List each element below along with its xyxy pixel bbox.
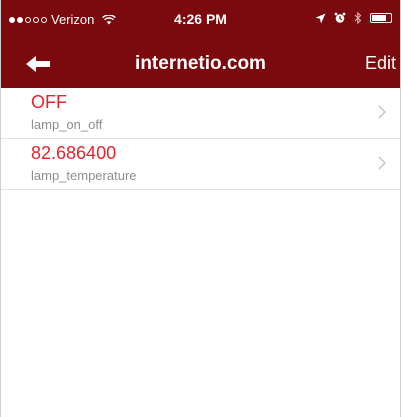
item-value: OFF bbox=[31, 92, 67, 112]
alarm-clock-icon bbox=[334, 12, 346, 23]
status-right bbox=[315, 12, 392, 24]
page-title: internetio.com bbox=[135, 53, 266, 74]
list-item-lamp-on-off[interactable]: OFF lamp_on_off bbox=[1, 88, 400, 139]
chevron-right-icon bbox=[378, 105, 386, 119]
list-item-lamp-temperature[interactable]: 82.686400 lamp_temperature bbox=[1, 139, 400, 190]
status-bar: Verizon 4:26 PM bbox=[1, 0, 400, 40]
location-arrow-icon bbox=[315, 13, 326, 23]
item-label: lamp_on_off bbox=[31, 117, 103, 132]
app-screen: Verizon 4:26 PM internetio.com Edit OFF … bbox=[0, 0, 401, 417]
battery-fill bbox=[372, 15, 386, 21]
device-property-list: OFF lamp_on_off 82.686400 lamp_temperatu… bbox=[1, 88, 400, 190]
navigation-bar: internetio.com Edit bbox=[1, 40, 400, 88]
item-value: 82.686400 bbox=[31, 143, 117, 163]
battery-icon bbox=[370, 13, 392, 23]
bluetooth-icon bbox=[354, 12, 362, 24]
item-label: lamp_temperature bbox=[31, 168, 137, 183]
chevron-right-icon bbox=[378, 156, 386, 170]
edit-button[interactable]: Edit bbox=[365, 53, 396, 74]
